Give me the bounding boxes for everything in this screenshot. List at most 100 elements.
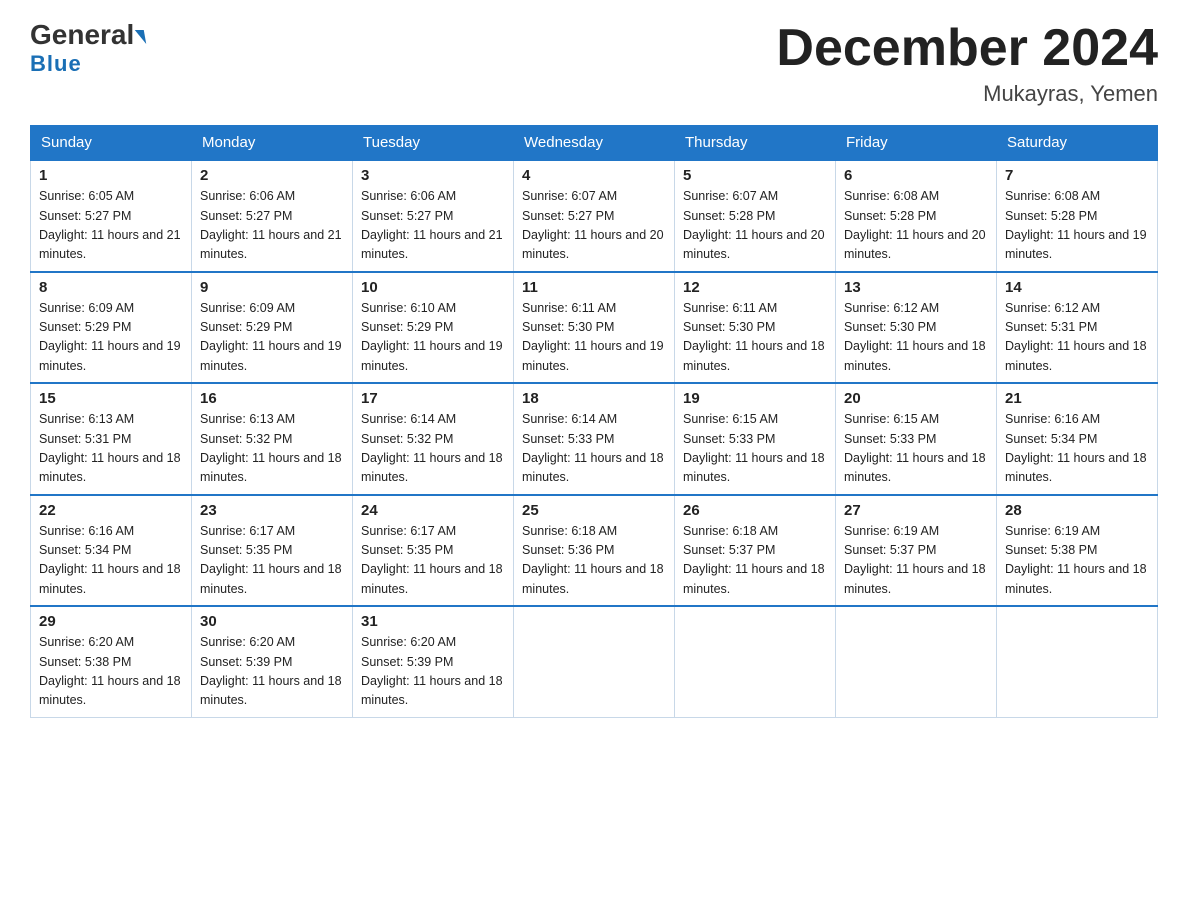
calendar-cell: 15 Sunrise: 6:13 AMSunset: 5:31 PMDaylig… [31,383,192,495]
day-info: Sunrise: 6:05 AMSunset: 5:27 PMDaylight:… [39,189,181,261]
calendar-cell [836,606,997,717]
calendar-cell: 22 Sunrise: 6:16 AMSunset: 5:34 PMDaylig… [31,495,192,607]
day-info: Sunrise: 6:20 AMSunset: 5:38 PMDaylight:… [39,635,181,707]
day-info: Sunrise: 6:07 AMSunset: 5:27 PMDaylight:… [522,189,664,261]
page-header: General Blue December 2024 Mukayras, Yem… [30,20,1158,107]
day-number: 20 [844,390,988,407]
day-info: Sunrise: 6:19 AMSunset: 5:37 PMDaylight:… [844,524,986,596]
day-number: 14 [1005,279,1149,296]
day-number: 26 [683,502,827,519]
calendar-cell: 31 Sunrise: 6:20 AMSunset: 5:39 PMDaylig… [353,606,514,717]
day-info: Sunrise: 6:16 AMSunset: 5:34 PMDaylight:… [1005,412,1147,484]
day-number: 6 [844,167,988,184]
day-number: 5 [683,167,827,184]
calendar-cell: 28 Sunrise: 6:19 AMSunset: 5:38 PMDaylig… [997,495,1158,607]
calendar-cell: 27 Sunrise: 6:19 AMSunset: 5:37 PMDaylig… [836,495,997,607]
day-info: Sunrise: 6:08 AMSunset: 5:28 PMDaylight:… [844,189,986,261]
header-friday: Friday [836,126,997,161]
calendar-cell: 5 Sunrise: 6:07 AMSunset: 5:28 PMDayligh… [675,160,836,272]
day-number: 2 [200,167,344,184]
calendar-cell: 13 Sunrise: 6:12 AMSunset: 5:30 PMDaylig… [836,272,997,384]
day-number: 16 [200,390,344,407]
calendar-cell: 9 Sunrise: 6:09 AMSunset: 5:29 PMDayligh… [192,272,353,384]
calendar-cell: 3 Sunrise: 6:06 AMSunset: 5:27 PMDayligh… [353,160,514,272]
day-number: 29 [39,613,183,630]
day-number: 30 [200,613,344,630]
calendar-cell [997,606,1158,717]
calendar-cell: 23 Sunrise: 6:17 AMSunset: 5:35 PMDaylig… [192,495,353,607]
day-info: Sunrise: 6:11 AMSunset: 5:30 PMDaylight:… [683,301,825,373]
calendar-cell: 29 Sunrise: 6:20 AMSunset: 5:38 PMDaylig… [31,606,192,717]
calendar-cell: 1 Sunrise: 6:05 AMSunset: 5:27 PMDayligh… [31,160,192,272]
day-info: Sunrise: 6:17 AMSunset: 5:35 PMDaylight:… [200,524,342,596]
day-number: 9 [200,279,344,296]
day-number: 4 [522,167,666,184]
calendar-cell: 8 Sunrise: 6:09 AMSunset: 5:29 PMDayligh… [31,272,192,384]
header-wednesday: Wednesday [514,126,675,161]
day-info: Sunrise: 6:08 AMSunset: 5:28 PMDaylight:… [1005,189,1147,261]
day-info: Sunrise: 6:13 AMSunset: 5:31 PMDaylight:… [39,412,181,484]
day-info: Sunrise: 6:14 AMSunset: 5:33 PMDaylight:… [522,412,664,484]
logo: General Blue [30,20,145,77]
day-number: 15 [39,390,183,407]
calendar-cell: 24 Sunrise: 6:17 AMSunset: 5:35 PMDaylig… [353,495,514,607]
day-number: 12 [683,279,827,296]
day-info: Sunrise: 6:18 AMSunset: 5:37 PMDaylight:… [683,524,825,596]
calendar-cell: 17 Sunrise: 6:14 AMSunset: 5:32 PMDaylig… [353,383,514,495]
day-info: Sunrise: 6:17 AMSunset: 5:35 PMDaylight:… [361,524,503,596]
day-number: 31 [361,613,505,630]
header-sunday: Sunday [31,126,192,161]
day-info: Sunrise: 6:19 AMSunset: 5:38 PMDaylight:… [1005,524,1147,596]
day-info: Sunrise: 6:09 AMSunset: 5:29 PMDaylight:… [200,301,342,373]
week-row-5: 29 Sunrise: 6:20 AMSunset: 5:38 PMDaylig… [31,606,1158,717]
day-number: 13 [844,279,988,296]
day-number: 21 [1005,390,1149,407]
calendar-cell: 11 Sunrise: 6:11 AMSunset: 5:30 PMDaylig… [514,272,675,384]
week-row-3: 15 Sunrise: 6:13 AMSunset: 5:31 PMDaylig… [31,383,1158,495]
day-info: Sunrise: 6:09 AMSunset: 5:29 PMDaylight:… [39,301,181,373]
header-saturday: Saturday [997,126,1158,161]
header-thursday: Thursday [675,126,836,161]
day-info: Sunrise: 6:12 AMSunset: 5:31 PMDaylight:… [1005,301,1147,373]
day-info: Sunrise: 6:15 AMSunset: 5:33 PMDaylight:… [844,412,986,484]
title-area: December 2024 Mukayras, Yemen [776,20,1158,107]
location-subtitle: Mukayras, Yemen [776,81,1158,107]
calendar-cell: 12 Sunrise: 6:11 AMSunset: 5:30 PMDaylig… [675,272,836,384]
calendar-cell: 14 Sunrise: 6:12 AMSunset: 5:31 PMDaylig… [997,272,1158,384]
day-number: 23 [200,502,344,519]
day-info: Sunrise: 6:20 AMSunset: 5:39 PMDaylight:… [361,635,503,707]
day-number: 18 [522,390,666,407]
day-info: Sunrise: 6:10 AMSunset: 5:29 PMDaylight:… [361,301,503,373]
day-info: Sunrise: 6:15 AMSunset: 5:33 PMDaylight:… [683,412,825,484]
day-info: Sunrise: 6:14 AMSunset: 5:32 PMDaylight:… [361,412,503,484]
day-number: 8 [39,279,183,296]
day-number: 1 [39,167,183,184]
day-info: Sunrise: 6:12 AMSunset: 5:30 PMDaylight:… [844,301,986,373]
calendar-cell: 20 Sunrise: 6:15 AMSunset: 5:33 PMDaylig… [836,383,997,495]
calendar-cell: 6 Sunrise: 6:08 AMSunset: 5:28 PMDayligh… [836,160,997,272]
header-tuesday: Tuesday [353,126,514,161]
week-row-1: 1 Sunrise: 6:05 AMSunset: 5:27 PMDayligh… [31,160,1158,272]
day-number: 3 [361,167,505,184]
calendar-cell: 21 Sunrise: 6:16 AMSunset: 5:34 PMDaylig… [997,383,1158,495]
logo-blue: Blue [30,51,82,77]
calendar-cell: 18 Sunrise: 6:14 AMSunset: 5:33 PMDaylig… [514,383,675,495]
day-info: Sunrise: 6:16 AMSunset: 5:34 PMDaylight:… [39,524,181,596]
day-number: 28 [1005,502,1149,519]
day-info: Sunrise: 6:20 AMSunset: 5:39 PMDaylight:… [200,635,342,707]
header-monday: Monday [192,126,353,161]
calendar-cell: 30 Sunrise: 6:20 AMSunset: 5:39 PMDaylig… [192,606,353,717]
logo-general: General [30,20,145,51]
week-row-4: 22 Sunrise: 6:16 AMSunset: 5:34 PMDaylig… [31,495,1158,607]
calendar-cell [675,606,836,717]
day-number: 10 [361,279,505,296]
calendar-cell: 10 Sunrise: 6:10 AMSunset: 5:29 PMDaylig… [353,272,514,384]
day-info: Sunrise: 6:07 AMSunset: 5:28 PMDaylight:… [683,189,825,261]
calendar-cell: 26 Sunrise: 6:18 AMSunset: 5:37 PMDaylig… [675,495,836,607]
day-number: 27 [844,502,988,519]
calendar-cell [514,606,675,717]
day-number: 7 [1005,167,1149,184]
day-number: 22 [39,502,183,519]
calendar-cell: 7 Sunrise: 6:08 AMSunset: 5:28 PMDayligh… [997,160,1158,272]
month-title: December 2024 [776,20,1158,77]
